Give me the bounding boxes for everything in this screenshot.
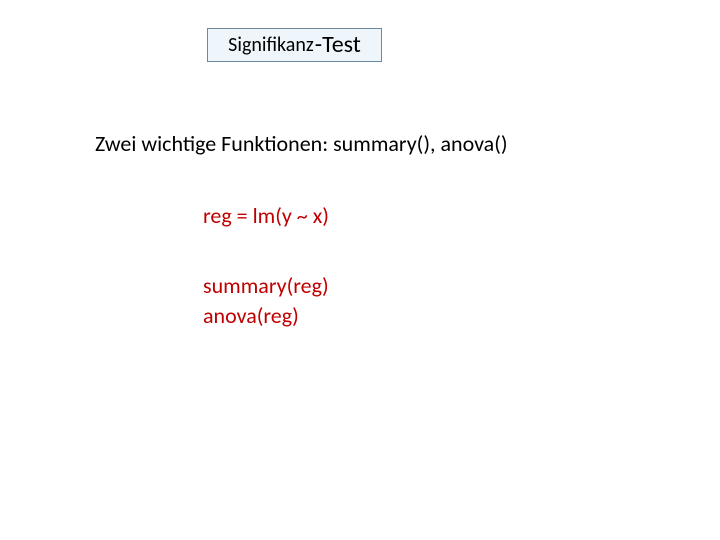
code-line-1: reg = lm(y ~ x): [203, 202, 329, 229]
intro-text: Zwei wichtige Funktionen: summary(), ano…: [95, 130, 508, 157]
code-line-2: summary(reg): [203, 272, 329, 299]
title-part1: Signifikanz: [228, 35, 314, 55]
code-line-3: anova(reg): [203, 302, 299, 329]
title-box: Signifikanz-Test: [207, 28, 382, 62]
title-part2: -Test: [315, 33, 361, 57]
slide: Signifikanz-Test Zwei wichtige Funktione…: [0, 0, 720, 540]
